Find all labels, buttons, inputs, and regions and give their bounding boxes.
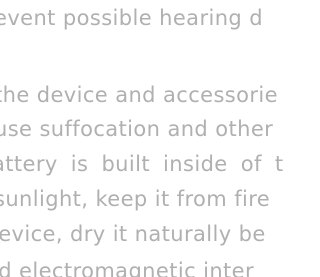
text-line-5: sunlight, keep it from fire [0, 187, 271, 211]
text-line-7: id electromagnetic inter [0, 259, 255, 277]
text-line-3: use suffocation and other [0, 117, 274, 141]
text-line-4: attery is built inside of t [0, 152, 284, 176]
text-line-2: the device and accessorie [0, 83, 278, 107]
text-line-1: event possible hearing d [0, 6, 263, 30]
document-fragment: event possible hearing d the device and … [0, 0, 302, 277]
text-line-6: levice, dry it naturally be [0, 222, 266, 246]
